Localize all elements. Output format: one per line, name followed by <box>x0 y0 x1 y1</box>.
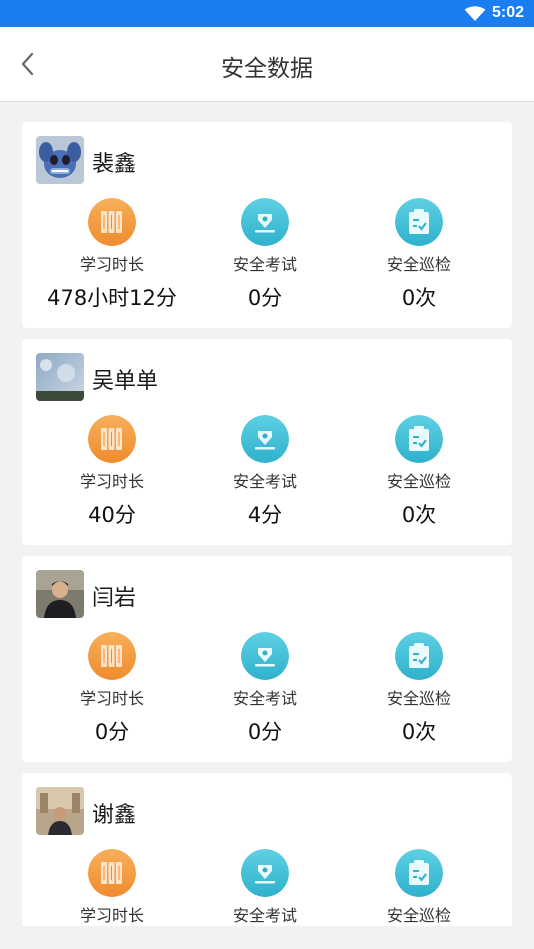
wifi-icon <box>464 6 486 21</box>
patrol-label: 安全巡检 <box>386 906 451 925</box>
user-avatar <box>36 570 84 618</box>
exam-stat[interactable]: 安全考试 4分 <box>190 415 340 529</box>
clipboard-check-icon <box>395 415 443 463</box>
user-card[interactable]: 裴鑫 学习时长 478小时12分 安全考试 0分 安全巡检 0次 <box>22 122 512 328</box>
exam-value: 4分 <box>247 503 283 527</box>
user-avatar <box>36 136 84 184</box>
user-name: 闫岩 <box>92 586 137 611</box>
patrol-stat[interactable]: 安全巡检 <box>344 849 494 926</box>
user-name: 吴单单 <box>92 369 159 394</box>
exam-value: 0分 <box>247 286 283 310</box>
patrol-label: 安全巡检 <box>386 689 451 708</box>
user-list[interactable]: 裴鑫 学习时长 478小时12分 安全考试 0分 安全巡检 0次 吴单单 学习时… <box>22 122 512 926</box>
study-time-label: 学习时长 <box>79 906 144 925</box>
study-time-stat[interactable]: 学习时长 478小时12分 <box>37 198 187 312</box>
user-name: 谢鑫 <box>92 803 137 828</box>
patrol-stat[interactable]: 安全巡检 0次 <box>344 415 494 529</box>
books-icon <box>88 632 136 680</box>
status-bar: 5:02 <box>0 0 534 27</box>
exam-label: 安全考试 <box>232 255 297 274</box>
clipboard-check-icon <box>395 632 443 680</box>
pen-icon <box>241 849 289 897</box>
patrol-label: 安全巡检 <box>386 255 451 274</box>
study-time-label: 学习时长 <box>79 472 144 491</box>
exam-label: 安全考试 <box>232 472 297 491</box>
patrol-stat[interactable]: 安全巡检 0次 <box>344 198 494 312</box>
exam-label: 安全考试 <box>232 906 297 925</box>
clipboard-check-icon <box>395 849 443 897</box>
user-card[interactable]: 谢鑫 学习时长 安全考试 安全巡检 <box>22 773 512 926</box>
page-title: 安全数据 <box>221 56 313 82</box>
study-time-label: 学习时长 <box>79 689 144 708</box>
study-time-value: 478小时12分 <box>47 286 177 310</box>
study-time-stat[interactable]: 学习时长 40分 <box>37 415 187 529</box>
study-time-label: 学习时长 <box>79 255 144 274</box>
study-time-stat[interactable]: 学习时长 <box>37 849 187 926</box>
study-time-value: 0分 <box>94 720 130 744</box>
patrol-value: 0次 <box>401 503 437 527</box>
exam-stat[interactable]: 安全考试 <box>190 849 340 926</box>
books-icon <box>88 415 136 463</box>
exam-value: 0分 <box>247 720 283 744</box>
user-card[interactable]: 闫岩 学习时长 0分 安全考试 0分 安全巡检 0次 <box>22 556 512 762</box>
status-time: 5:02 <box>491 4 524 21</box>
study-time-value: 40分 <box>88 503 136 527</box>
user-card[interactable]: 吴单单 学习时长 40分 安全考试 4分 安全巡检 0次 <box>22 339 512 545</box>
patrol-stat[interactable]: 安全巡检 0次 <box>344 632 494 746</box>
pen-icon <box>241 632 289 680</box>
user-name: 裴鑫 <box>92 152 137 177</box>
user-avatar <box>36 353 84 401</box>
patrol-value: 0次 <box>401 286 437 310</box>
study-time-stat[interactable]: 学习时长 0分 <box>37 632 187 746</box>
nav-bar: 安全数据 <box>0 27 534 102</box>
exam-stat[interactable]: 安全考试 0分 <box>190 198 340 312</box>
clipboard-check-icon <box>395 198 443 246</box>
user-avatar <box>36 787 84 835</box>
exam-label: 安全考试 <box>232 689 297 708</box>
pen-icon <box>241 415 289 463</box>
books-icon <box>88 849 136 897</box>
books-icon <box>88 198 136 246</box>
pen-icon <box>241 198 289 246</box>
patrol-label: 安全巡检 <box>386 472 451 491</box>
exam-stat[interactable]: 安全考试 0分 <box>190 632 340 746</box>
patrol-value: 0次 <box>401 720 437 744</box>
